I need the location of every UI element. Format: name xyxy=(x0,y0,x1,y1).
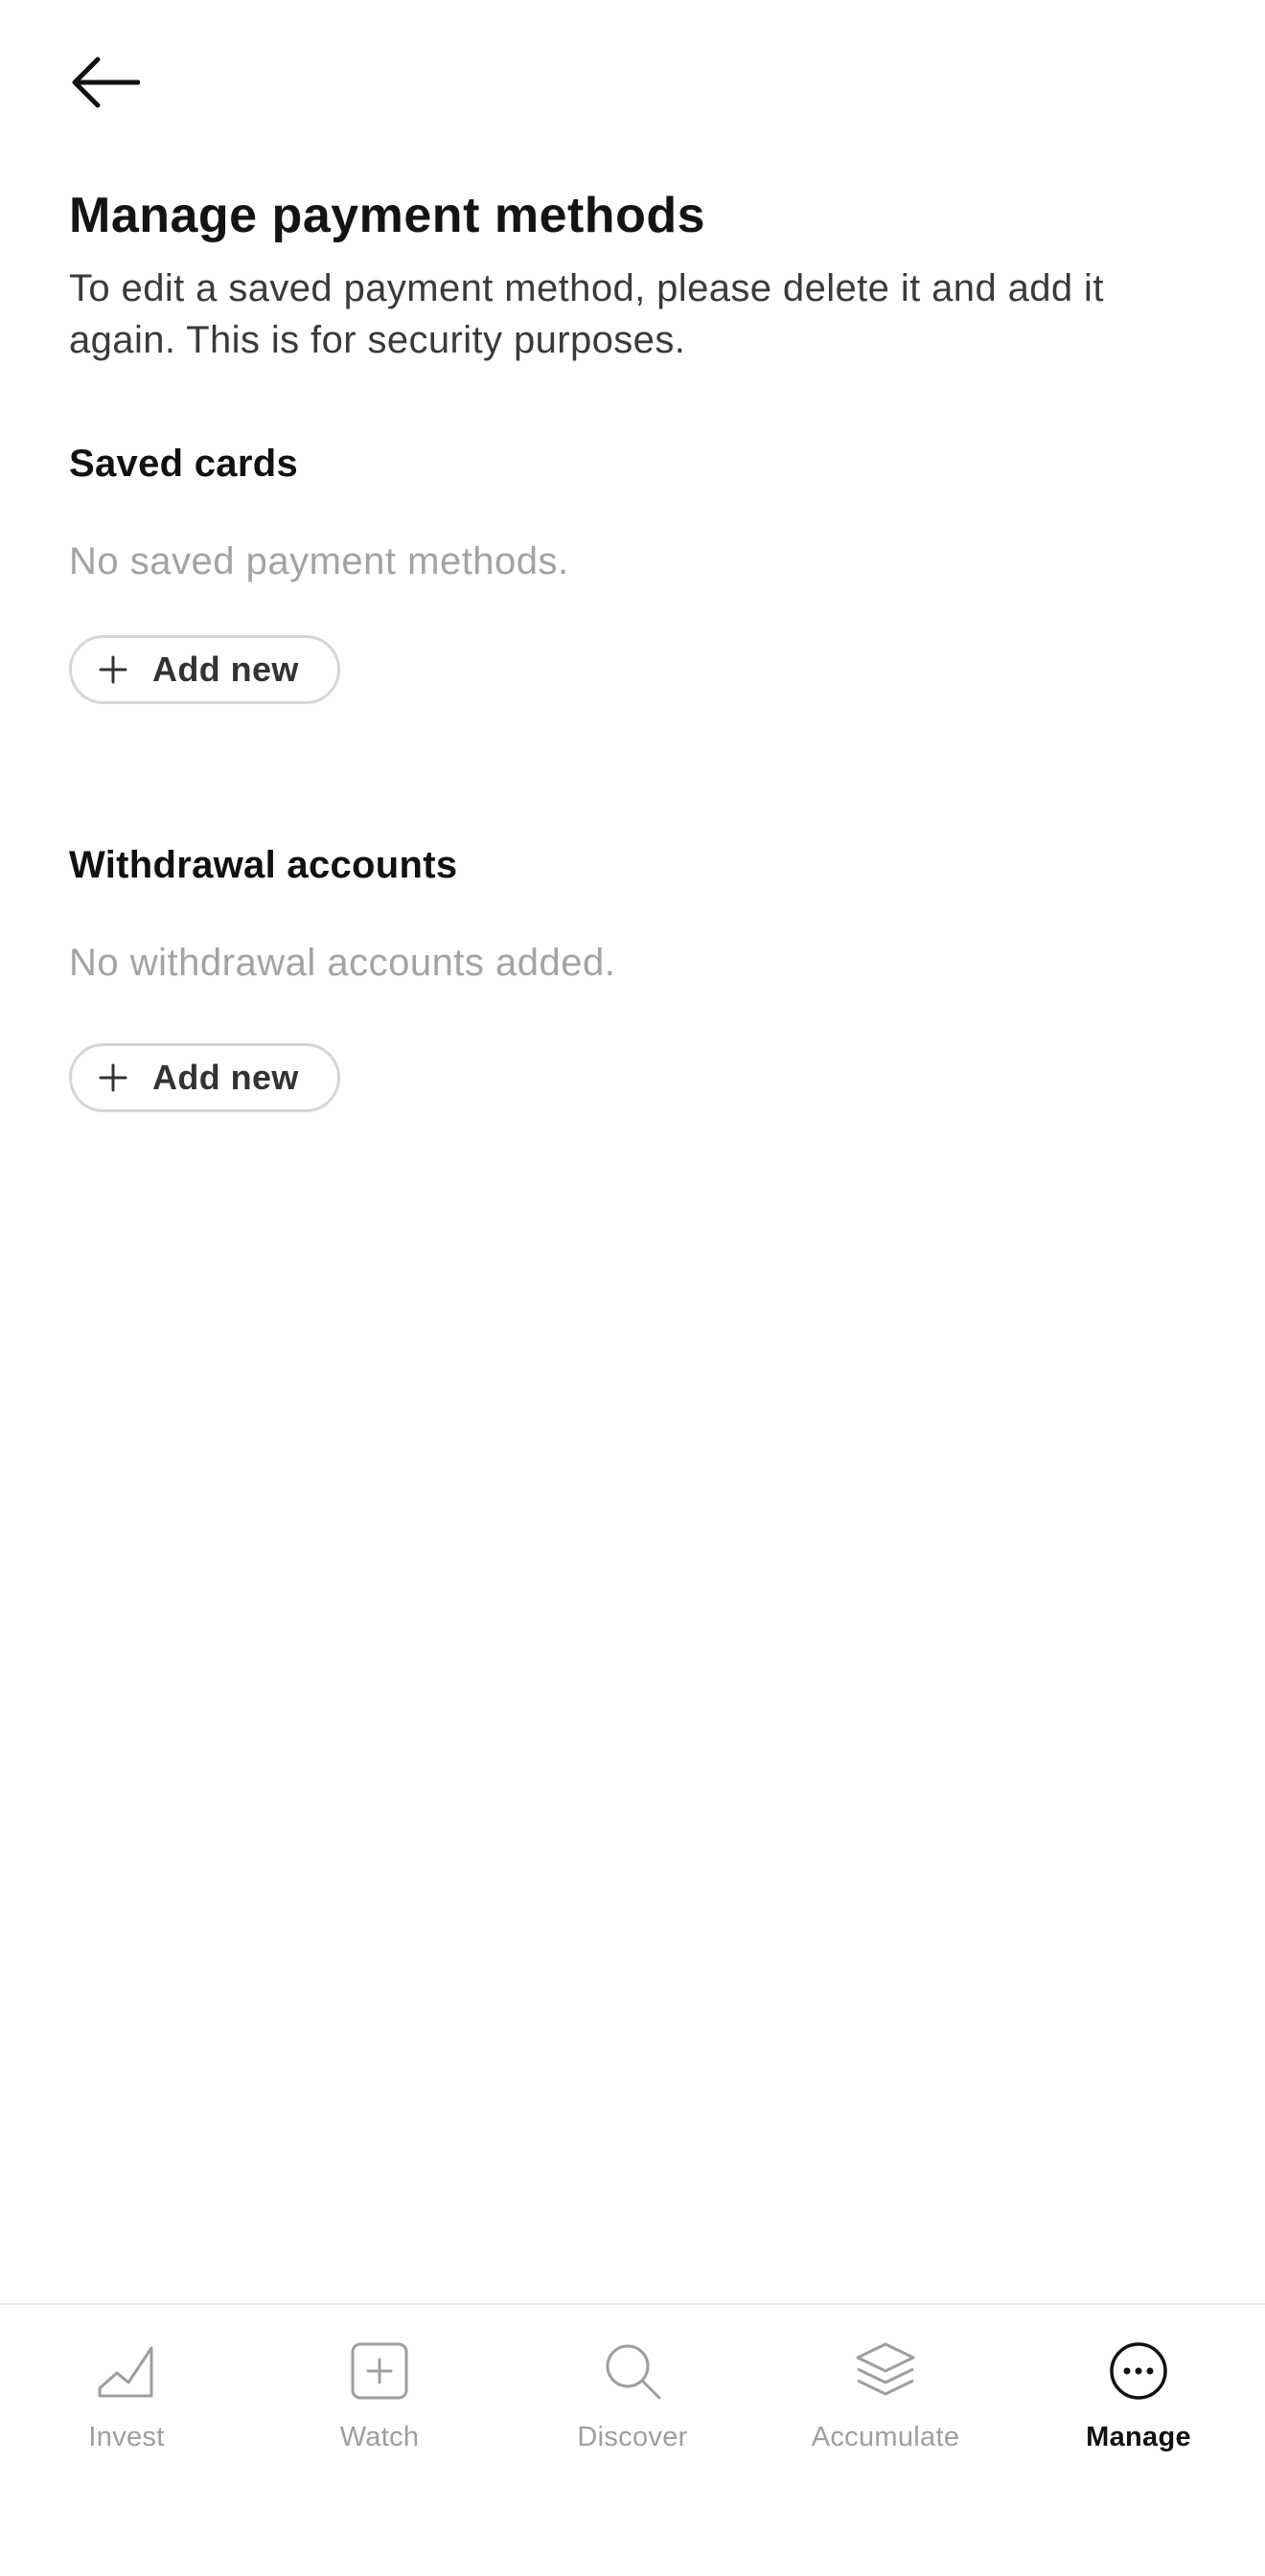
withdrawal-accounts-empty-text: No withdrawal accounts added. xyxy=(69,942,616,984)
saved-cards-empty-text: No saved payment methods. xyxy=(69,540,569,582)
nav-item-manage[interactable]: Manage xyxy=(1012,2305,1265,2496)
chart-line-icon xyxy=(93,2337,160,2405)
back-button[interactable] xyxy=(69,48,150,117)
payment-methods-screen: Manage payment methods To edit a saved p… xyxy=(0,0,1265,2576)
search-icon xyxy=(599,2337,666,2405)
nav-item-invest[interactable]: Invest xyxy=(0,2305,253,2496)
page-header: Manage payment methods To edit a saved p… xyxy=(69,182,1200,366)
nav-label-accumulate: Accumulate xyxy=(811,2422,960,2452)
nav-item-watch[interactable]: Watch xyxy=(253,2305,506,2496)
add-withdrawal-account-label: Add new xyxy=(152,1058,299,1097)
page-subtitle: To edit a saved payment method, please d… xyxy=(69,267,1104,361)
nav-label-discover: Discover xyxy=(577,2422,688,2452)
plus-icon xyxy=(99,655,127,684)
plus-icon xyxy=(99,1063,127,1092)
nav-label-manage: Manage xyxy=(1086,2422,1191,2452)
add-withdrawal-account-button[interactable]: Add new xyxy=(69,1043,340,1112)
page-title: Manage payment methods xyxy=(69,188,706,243)
layers-icon xyxy=(852,2337,919,2405)
arrow-left-icon xyxy=(72,57,140,108)
nav-label-watch: Watch xyxy=(339,2422,420,2452)
nav-item-discover[interactable]: Discover xyxy=(506,2305,759,2496)
more-circle-icon xyxy=(1105,2337,1172,2405)
add-saved-card-button[interactable]: Add new xyxy=(69,635,340,704)
saved-cards-title: Saved cards xyxy=(69,443,299,485)
bottom-nav: Invest Watch Discover Accumulate Manage xyxy=(0,2303,1265,2576)
add-saved-card-label: Add new xyxy=(152,650,299,689)
nav-label-invest: Invest xyxy=(88,2422,165,2452)
withdrawal-accounts-title: Withdrawal accounts xyxy=(69,844,458,886)
plus-square-icon xyxy=(346,2337,413,2405)
nav-item-accumulate[interactable]: Accumulate xyxy=(759,2305,1012,2496)
